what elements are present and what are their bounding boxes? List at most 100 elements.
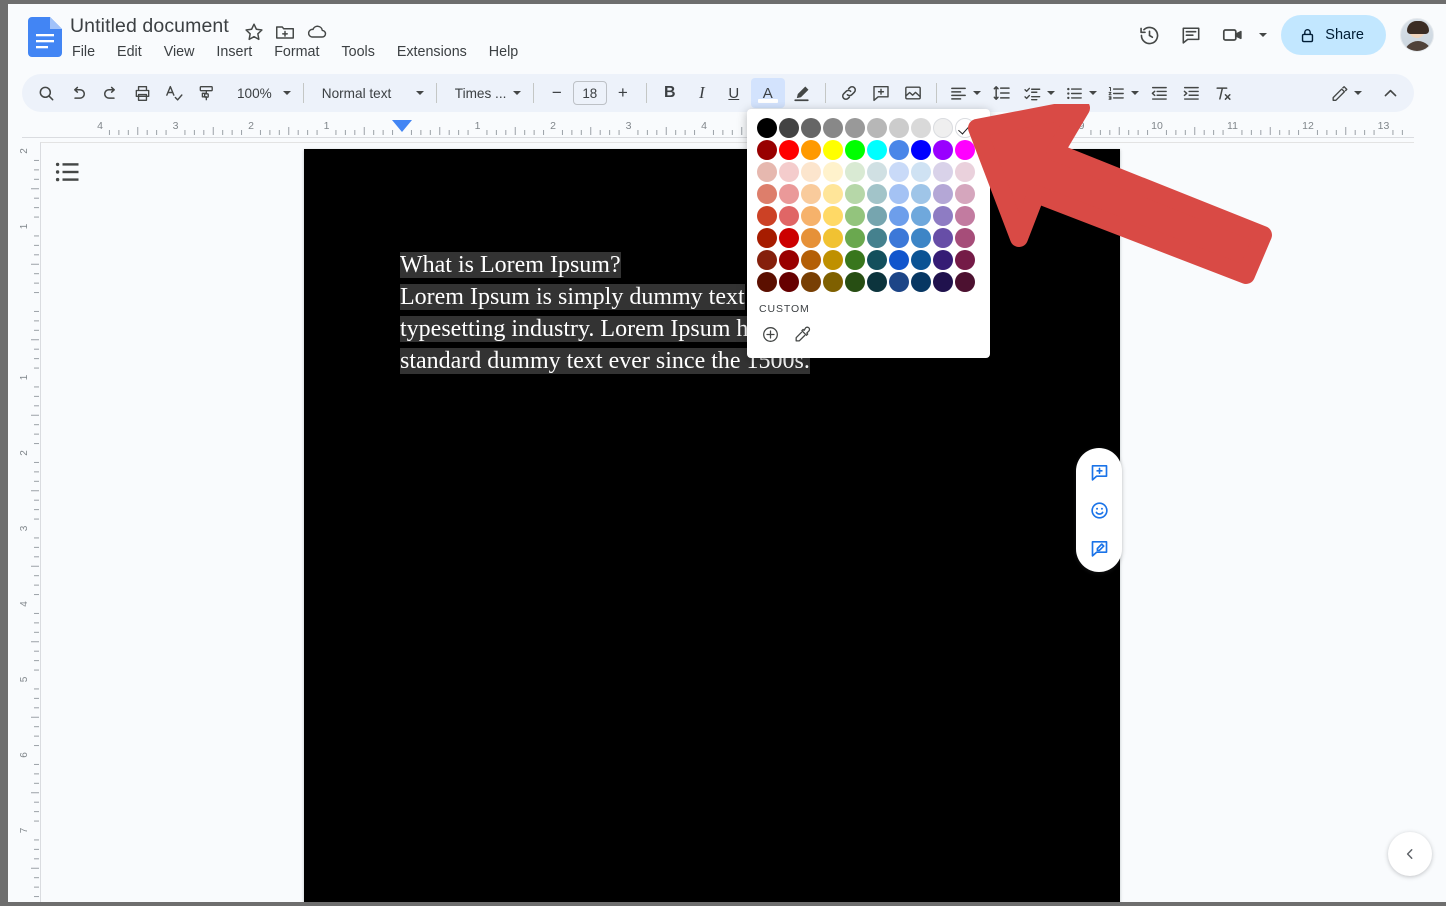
avatar[interactable] bbox=[1400, 18, 1434, 52]
color-swatch[interactable] bbox=[954, 139, 976, 161]
color-swatch[interactable] bbox=[910, 227, 932, 249]
document-page[interactable]: What is Lorem Ipsum? Lorem Ipsum is simp… bbox=[304, 149, 1120, 902]
color-swatch[interactable] bbox=[866, 271, 888, 293]
google-docs-logo[interactable] bbox=[28, 17, 62, 57]
document-title[interactable]: Untitled document bbox=[70, 15, 229, 38]
insert-image-button[interactable] bbox=[898, 78, 928, 108]
share-button[interactable]: Share bbox=[1281, 15, 1386, 55]
color-swatch[interactable] bbox=[778, 183, 800, 205]
color-swatch[interactable] bbox=[822, 161, 844, 183]
color-swatch[interactable] bbox=[822, 117, 844, 139]
vertical-ruler[interactable]: 211234567 bbox=[18, 144, 40, 902]
numbered-list-select[interactable] bbox=[1102, 78, 1144, 108]
color-swatch[interactable] bbox=[778, 139, 800, 161]
cloud-saved-icon[interactable] bbox=[305, 21, 329, 43]
color-swatch[interactable] bbox=[932, 183, 954, 205]
menu-help[interactable]: Help bbox=[487, 42, 520, 62]
color-swatch[interactable] bbox=[910, 161, 932, 183]
search-button[interactable] bbox=[31, 78, 61, 108]
paint-format-button[interactable] bbox=[191, 78, 221, 108]
color-swatch[interactable] bbox=[932, 139, 954, 161]
color-swatch[interactable] bbox=[888, 183, 910, 205]
color-swatch[interactable] bbox=[910, 205, 932, 227]
move-to-folder-icon[interactable] bbox=[274, 21, 296, 43]
color-swatch[interactable] bbox=[888, 139, 910, 161]
color-swatch[interactable] bbox=[888, 271, 910, 293]
color-swatch[interactable] bbox=[866, 117, 888, 139]
emoji-reaction-button[interactable] bbox=[1083, 494, 1115, 526]
font-size-decrease-button[interactable]: − bbox=[542, 78, 572, 108]
align-select[interactable] bbox=[944, 78, 986, 108]
color-swatch[interactable] bbox=[756, 271, 778, 293]
color-swatch[interactable] bbox=[822, 205, 844, 227]
menu-insert[interactable]: Insert bbox=[214, 42, 254, 62]
font-size-increase-button[interactable]: + bbox=[608, 78, 638, 108]
meet-button[interactable] bbox=[1212, 14, 1269, 56]
color-swatch[interactable] bbox=[756, 249, 778, 271]
color-swatch[interactable] bbox=[910, 183, 932, 205]
menu-tools[interactable]: Tools bbox=[339, 42, 376, 62]
color-swatch[interactable] bbox=[800, 205, 822, 227]
color-swatch[interactable] bbox=[822, 271, 844, 293]
color-swatch[interactable] bbox=[844, 183, 866, 205]
color-swatch[interactable] bbox=[932, 271, 954, 293]
color-swatch[interactable] bbox=[756, 205, 778, 227]
color-swatch[interactable] bbox=[844, 227, 866, 249]
font-family-select[interactable]: Times ... bbox=[444, 78, 526, 108]
color-swatch[interactable] bbox=[888, 161, 910, 183]
color-swatch[interactable] bbox=[800, 161, 822, 183]
increase-indent-button[interactable] bbox=[1177, 78, 1207, 108]
color-swatch[interactable] bbox=[778, 205, 800, 227]
add-comment-button[interactable] bbox=[866, 78, 896, 108]
zoom-select[interactable]: 100% bbox=[226, 78, 296, 108]
color-swatch[interactable] bbox=[954, 205, 976, 227]
color-swatch[interactable] bbox=[822, 183, 844, 205]
color-swatch[interactable] bbox=[778, 227, 800, 249]
menu-edit[interactable]: Edit bbox=[115, 42, 144, 62]
color-swatch[interactable] bbox=[844, 205, 866, 227]
text-color-picker-popup[interactable]: CUSTOM bbox=[747, 109, 990, 358]
color-swatch[interactable] bbox=[954, 161, 976, 183]
document-outline-icon[interactable] bbox=[55, 161, 81, 183]
color-swatch[interactable] bbox=[844, 139, 866, 161]
color-swatch[interactable] bbox=[866, 139, 888, 161]
eyedropper-button[interactable] bbox=[790, 322, 814, 346]
color-swatch[interactable] bbox=[910, 249, 932, 271]
color-swatch[interactable] bbox=[800, 227, 822, 249]
undo-button[interactable] bbox=[63, 78, 93, 108]
version-history-button[interactable] bbox=[1128, 14, 1170, 56]
underline-button[interactable]: U bbox=[719, 78, 749, 108]
color-swatch[interactable] bbox=[756, 161, 778, 183]
add-comment-side-button[interactable] bbox=[1083, 456, 1115, 488]
bulleted-list-select[interactable] bbox=[1060, 78, 1102, 108]
editing-mode-select[interactable] bbox=[1325, 78, 1367, 108]
color-swatch[interactable] bbox=[910, 271, 932, 293]
color-swatch[interactable] bbox=[822, 139, 844, 161]
color-swatch[interactable] bbox=[866, 183, 888, 205]
color-swatch[interactable] bbox=[844, 271, 866, 293]
text-color-button[interactable]: A bbox=[751, 78, 785, 108]
checklist-select[interactable] bbox=[1018, 78, 1060, 108]
spellcheck-button[interactable] bbox=[159, 78, 189, 108]
print-button[interactable] bbox=[127, 78, 157, 108]
color-swatch[interactable] bbox=[932, 249, 954, 271]
color-swatch[interactable] bbox=[888, 227, 910, 249]
color-swatch[interactable] bbox=[822, 227, 844, 249]
color-swatch[interactable] bbox=[954, 227, 976, 249]
color-swatch[interactable] bbox=[866, 249, 888, 271]
color-swatch[interactable] bbox=[888, 117, 910, 139]
color-swatch[interactable] bbox=[932, 227, 954, 249]
color-swatch[interactable] bbox=[800, 271, 822, 293]
line-spacing-button[interactable] bbox=[987, 78, 1017, 108]
color-swatch[interactable] bbox=[910, 139, 932, 161]
bold-button[interactable]: B bbox=[655, 78, 685, 108]
color-swatch[interactable] bbox=[800, 117, 822, 139]
color-swatch[interactable] bbox=[756, 183, 778, 205]
comments-button[interactable] bbox=[1170, 14, 1212, 56]
color-swatch[interactable] bbox=[756, 117, 778, 139]
horizontal-ruler[interactable]: 432112345678910111213 bbox=[22, 118, 1414, 138]
menu-extensions[interactable]: Extensions bbox=[395, 42, 469, 62]
color-swatch[interactable] bbox=[954, 183, 976, 205]
redo-button[interactable] bbox=[95, 78, 125, 108]
color-swatch[interactable] bbox=[822, 249, 844, 271]
